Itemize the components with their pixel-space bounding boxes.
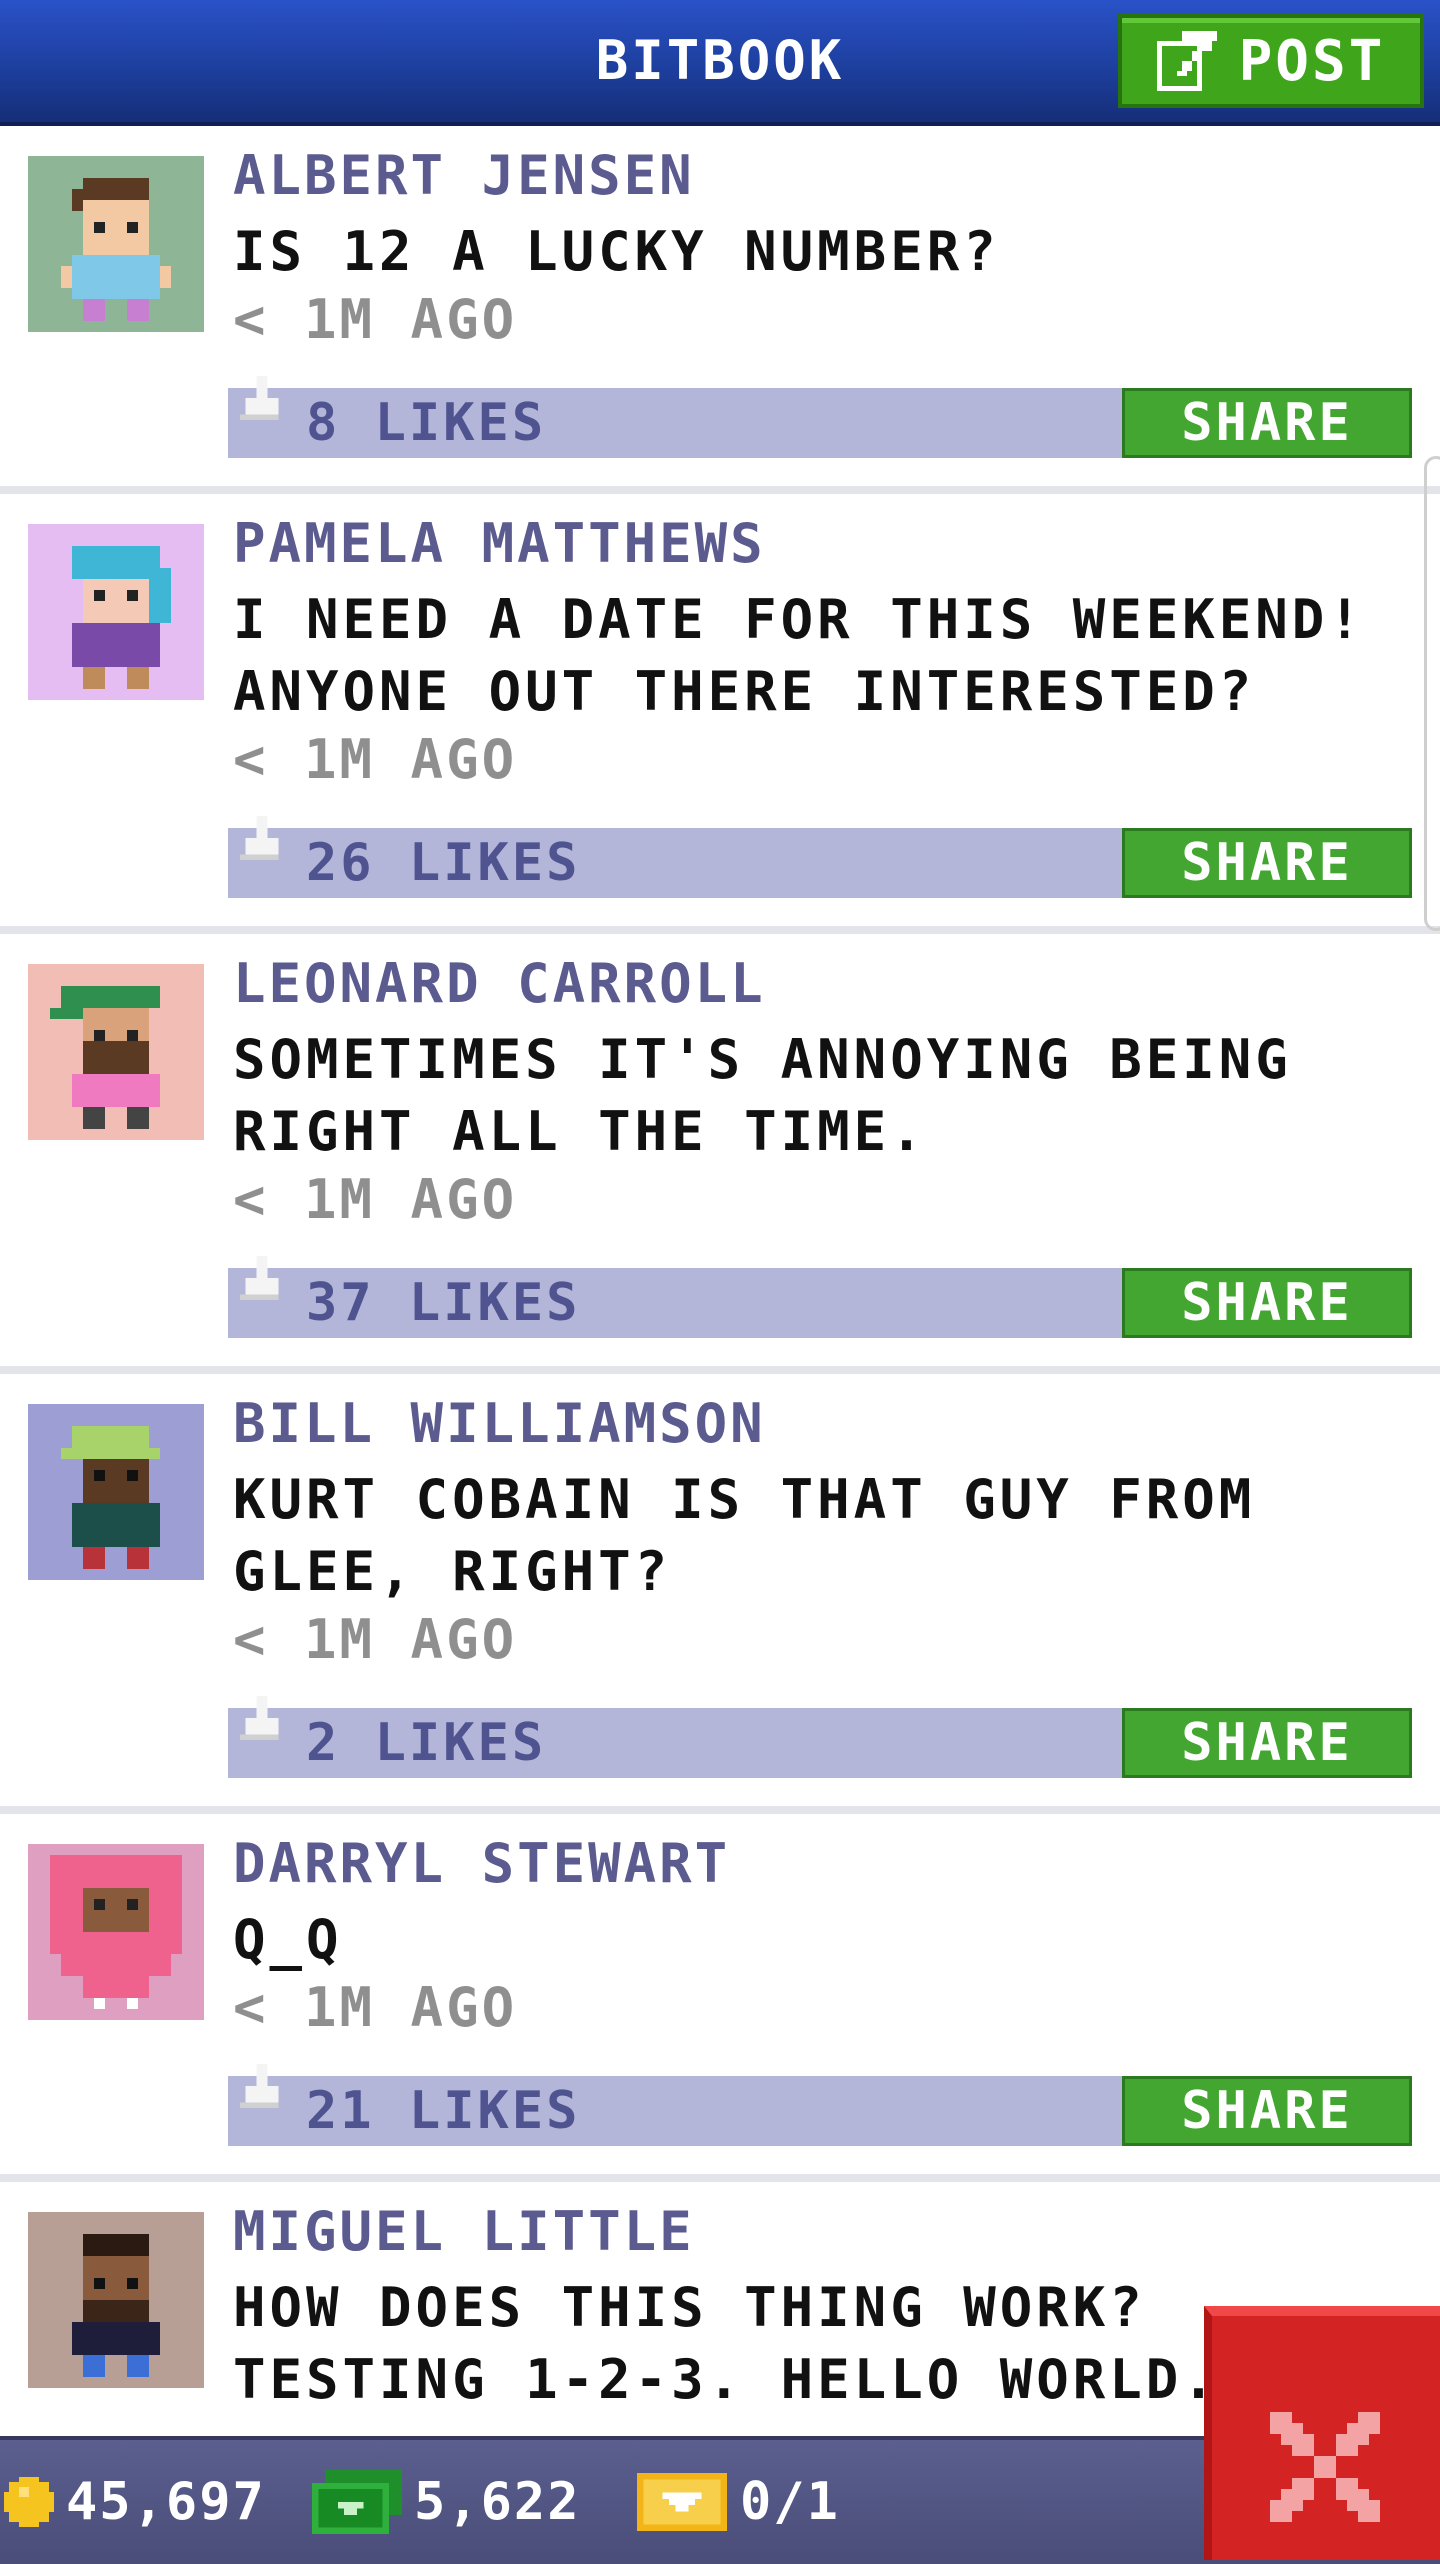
thumbs-up-icon <box>240 376 279 420</box>
thumbs-up-icon <box>240 816 279 860</box>
like-bar[interactable]: 26 LIKES SHARE <box>228 816 1412 898</box>
post-time: < 1M AGO <box>233 728 518 791</box>
like-count: 2 LIKES <box>306 1713 547 1773</box>
avatar <box>28 156 204 332</box>
post-author[interactable]: MIGUEL LITTLE <box>233 2200 695 2263</box>
like-bar[interactable]: 37 LIKES SHARE <box>228 1256 1412 1338</box>
post-card: DARRYL STEWART Q_Q < 1M AGO 21 LIKES SHA… <box>0 1814 1440 2182</box>
post-card: ALBERT JENSEN IS 12 A LUCKY NUMBER? < 1M… <box>0 126 1440 494</box>
post-author[interactable]: LEONARD CARROLL <box>233 952 766 1015</box>
post-author[interactable]: ALBERT JENSEN <box>233 144 695 207</box>
thumbs-up-icon <box>240 1256 279 1300</box>
post-message: SOMETIMES IT'S ANNOYING BEING RIGHT ALL … <box>233 1028 1292 1163</box>
tickets-value: 0/1 <box>740 2472 840 2532</box>
post-time: < 1M AGO <box>233 288 518 351</box>
post-message: IS 12 A LUCKY NUMBER? <box>233 220 1000 283</box>
post-card: BILL WILLIAMSON KURT COBAIN IS THAT GUY … <box>0 1374 1440 1814</box>
like-count: 8 LIKES <box>306 393 547 453</box>
thumbs-up-icon <box>240 2064 279 2108</box>
coins-value: 45,697 <box>66 2472 266 2532</box>
share-button[interactable]: SHARE <box>1122 828 1412 898</box>
like-bar[interactable]: 2 LIKES SHARE <box>228 1696 1412 1778</box>
share-button[interactable]: SHARE <box>1122 388 1412 458</box>
ticket-icon <box>636 2473 728 2531</box>
edit-icon <box>1156 31 1217 91</box>
like-count: 26 LIKES <box>306 833 581 893</box>
avatar <box>28 2212 204 2388</box>
post-feed[interactable]: ALBERT JENSEN IS 12 A LUCKY NUMBER? < 1M… <box>0 126 1440 2436</box>
close-button[interactable] <box>1204 2306 1440 2560</box>
thumbs-up-icon <box>240 1696 279 1740</box>
avatar <box>28 524 204 700</box>
like-bar[interactable]: 8 LIKES SHARE <box>228 376 1412 458</box>
avatar <box>28 1404 204 1580</box>
bux-value: 5,622 <box>414 2472 581 2532</box>
scrollbar[interactable] <box>1424 456 1440 931</box>
coin-icon <box>4 2477 54 2527</box>
post-time: < 1M AGO <box>233 1976 518 2039</box>
post-time: < 1M AGO <box>233 1608 518 1671</box>
post-message: KURT COBAIN IS THAT GUY FROM GLEE, RIGHT… <box>233 1468 1256 1603</box>
like-count: 21 LIKES <box>306 2081 581 2141</box>
post-author[interactable]: DARRYL STEWART <box>233 1832 730 1895</box>
post-message: I NEED A DATE FOR THIS WEEKEND! ANYONE O… <box>233 588 1365 723</box>
coins-stat: 45,697 <box>4 2440 266 2564</box>
post-time: < 1M AGO <box>233 1168 518 1231</box>
tickets-stat: 0/1 <box>636 2440 840 2564</box>
post-button-label: POST <box>1238 28 1386 94</box>
share-button[interactable]: SHARE <box>1122 1708 1412 1778</box>
cash-icon <box>312 2470 402 2534</box>
close-icon <box>1270 2412 1380 2522</box>
post-card: PAMELA MATTHEWS I NEED A DATE FOR THIS W… <box>0 494 1440 934</box>
like-count: 37 LIKES <box>306 1273 581 1333</box>
bux-stat: 5,622 <box>312 2440 581 2564</box>
share-button[interactable]: SHARE <box>1122 2076 1412 2146</box>
post-message: Q_Q <box>233 1908 343 1971</box>
share-button[interactable]: SHARE <box>1122 1268 1412 1338</box>
app-header: BITBOOK POST <box>0 0 1440 126</box>
avatar <box>28 1844 204 2020</box>
post-button[interactable]: POST <box>1118 14 1424 108</box>
post-author[interactable]: BILL WILLIAMSON <box>233 1392 766 1455</box>
post-author[interactable]: PAMELA MATTHEWS <box>233 512 766 575</box>
post-card: LEONARD CARROLL SOMETIMES IT'S ANNOYING … <box>0 934 1440 1374</box>
like-bar[interactable]: 21 LIKES SHARE <box>228 2064 1412 2146</box>
avatar <box>28 964 204 1140</box>
